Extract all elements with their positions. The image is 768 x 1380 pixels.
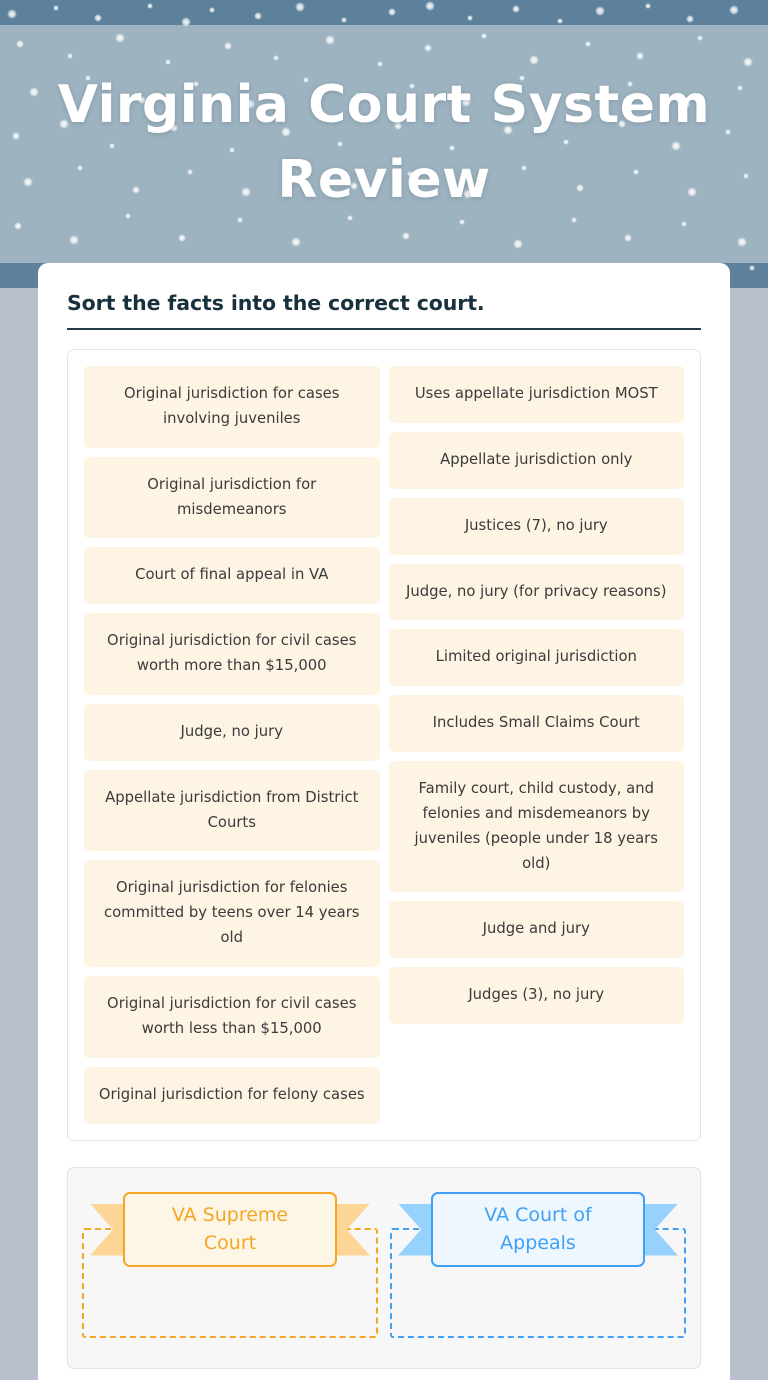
- header-top-band: [0, 0, 768, 25]
- drop-category-va-court-of-appeals: VA Court of Appeals: [390, 1182, 686, 1368]
- drag-chip[interactable]: Original jurisdiction for civil cases wo…: [84, 613, 380, 695]
- drag-chip[interactable]: Judge, no jury: [84, 703, 380, 761]
- drag-chip[interactable]: Includes Small Claims Court: [388, 695, 684, 753]
- category-ribbon: VA Court of Appeals: [390, 1191, 686, 1268]
- drag-chip[interactable]: Limited original jurisdiction: [388, 629, 684, 687]
- page-title: Virginia Court System Review: [57, 75, 711, 211]
- drag-chip[interactable]: Original jurisdiction for felony cases: [84, 1066, 380, 1124]
- drag-chip[interactable]: Uses appellate jurisdiction MOST: [388, 366, 684, 423]
- drag-chip[interactable]: Court of final appeal in VA: [84, 547, 380, 605]
- worksheet-sheet: Sort the facts into the correct court. O…: [38, 263, 730, 1380]
- title-divider: [67, 328, 701, 330]
- drag-chip[interactable]: Original jurisdiction for felonies commi…: [84, 860, 380, 967]
- drag-chip[interactable]: Original jurisdiction for misdemeanors: [84, 456, 380, 539]
- drag-chip[interactable]: Appellate jurisdiction from District Cou…: [84, 769, 380, 852]
- page-header-banner: Virginia Court System Review: [0, 0, 768, 288]
- drop-zone-area: VA Supreme Court VA Court of Appeals: [67, 1166, 701, 1369]
- drag-chip[interactable]: Original jurisdiction for civil cases wo…: [84, 975, 380, 1058]
- category-label[interactable]: VA Supreme Court: [123, 1191, 337, 1268]
- category-label[interactable]: VA Court of Appeals: [431, 1191, 645, 1268]
- drag-chip[interactable]: Justices (7), no jury: [388, 497, 684, 555]
- drag-chip[interactable]: Judges (3), no jury: [388, 967, 684, 1025]
- drag-chip[interactable]: Appellate jurisdiction only: [388, 431, 684, 489]
- worksheet-instruction: Sort the facts into the correct court.: [67, 291, 485, 315]
- drag-chip[interactable]: Judge and jury: [388, 901, 684, 959]
- category-ribbon: VA Supreme Court: [82, 1191, 378, 1268]
- pool-column-right: Uses appellate jurisdiction MOST Appella…: [388, 366, 684, 1025]
- drag-chip[interactable]: Original jurisdiction for cases involvin…: [84, 366, 380, 448]
- pool-column-left: Original jurisdiction for cases involvin…: [84, 366, 380, 1124]
- drag-chip[interactable]: Family court, child custody, and felonie…: [388, 761, 684, 893]
- drag-chip[interactable]: Judge, no jury (for privacy reasons): [388, 563, 684, 621]
- drop-category-va-supreme-court: VA Supreme Court: [82, 1182, 378, 1368]
- draggable-item-pool: Original jurisdiction for cases involvin…: [67, 349, 701, 1141]
